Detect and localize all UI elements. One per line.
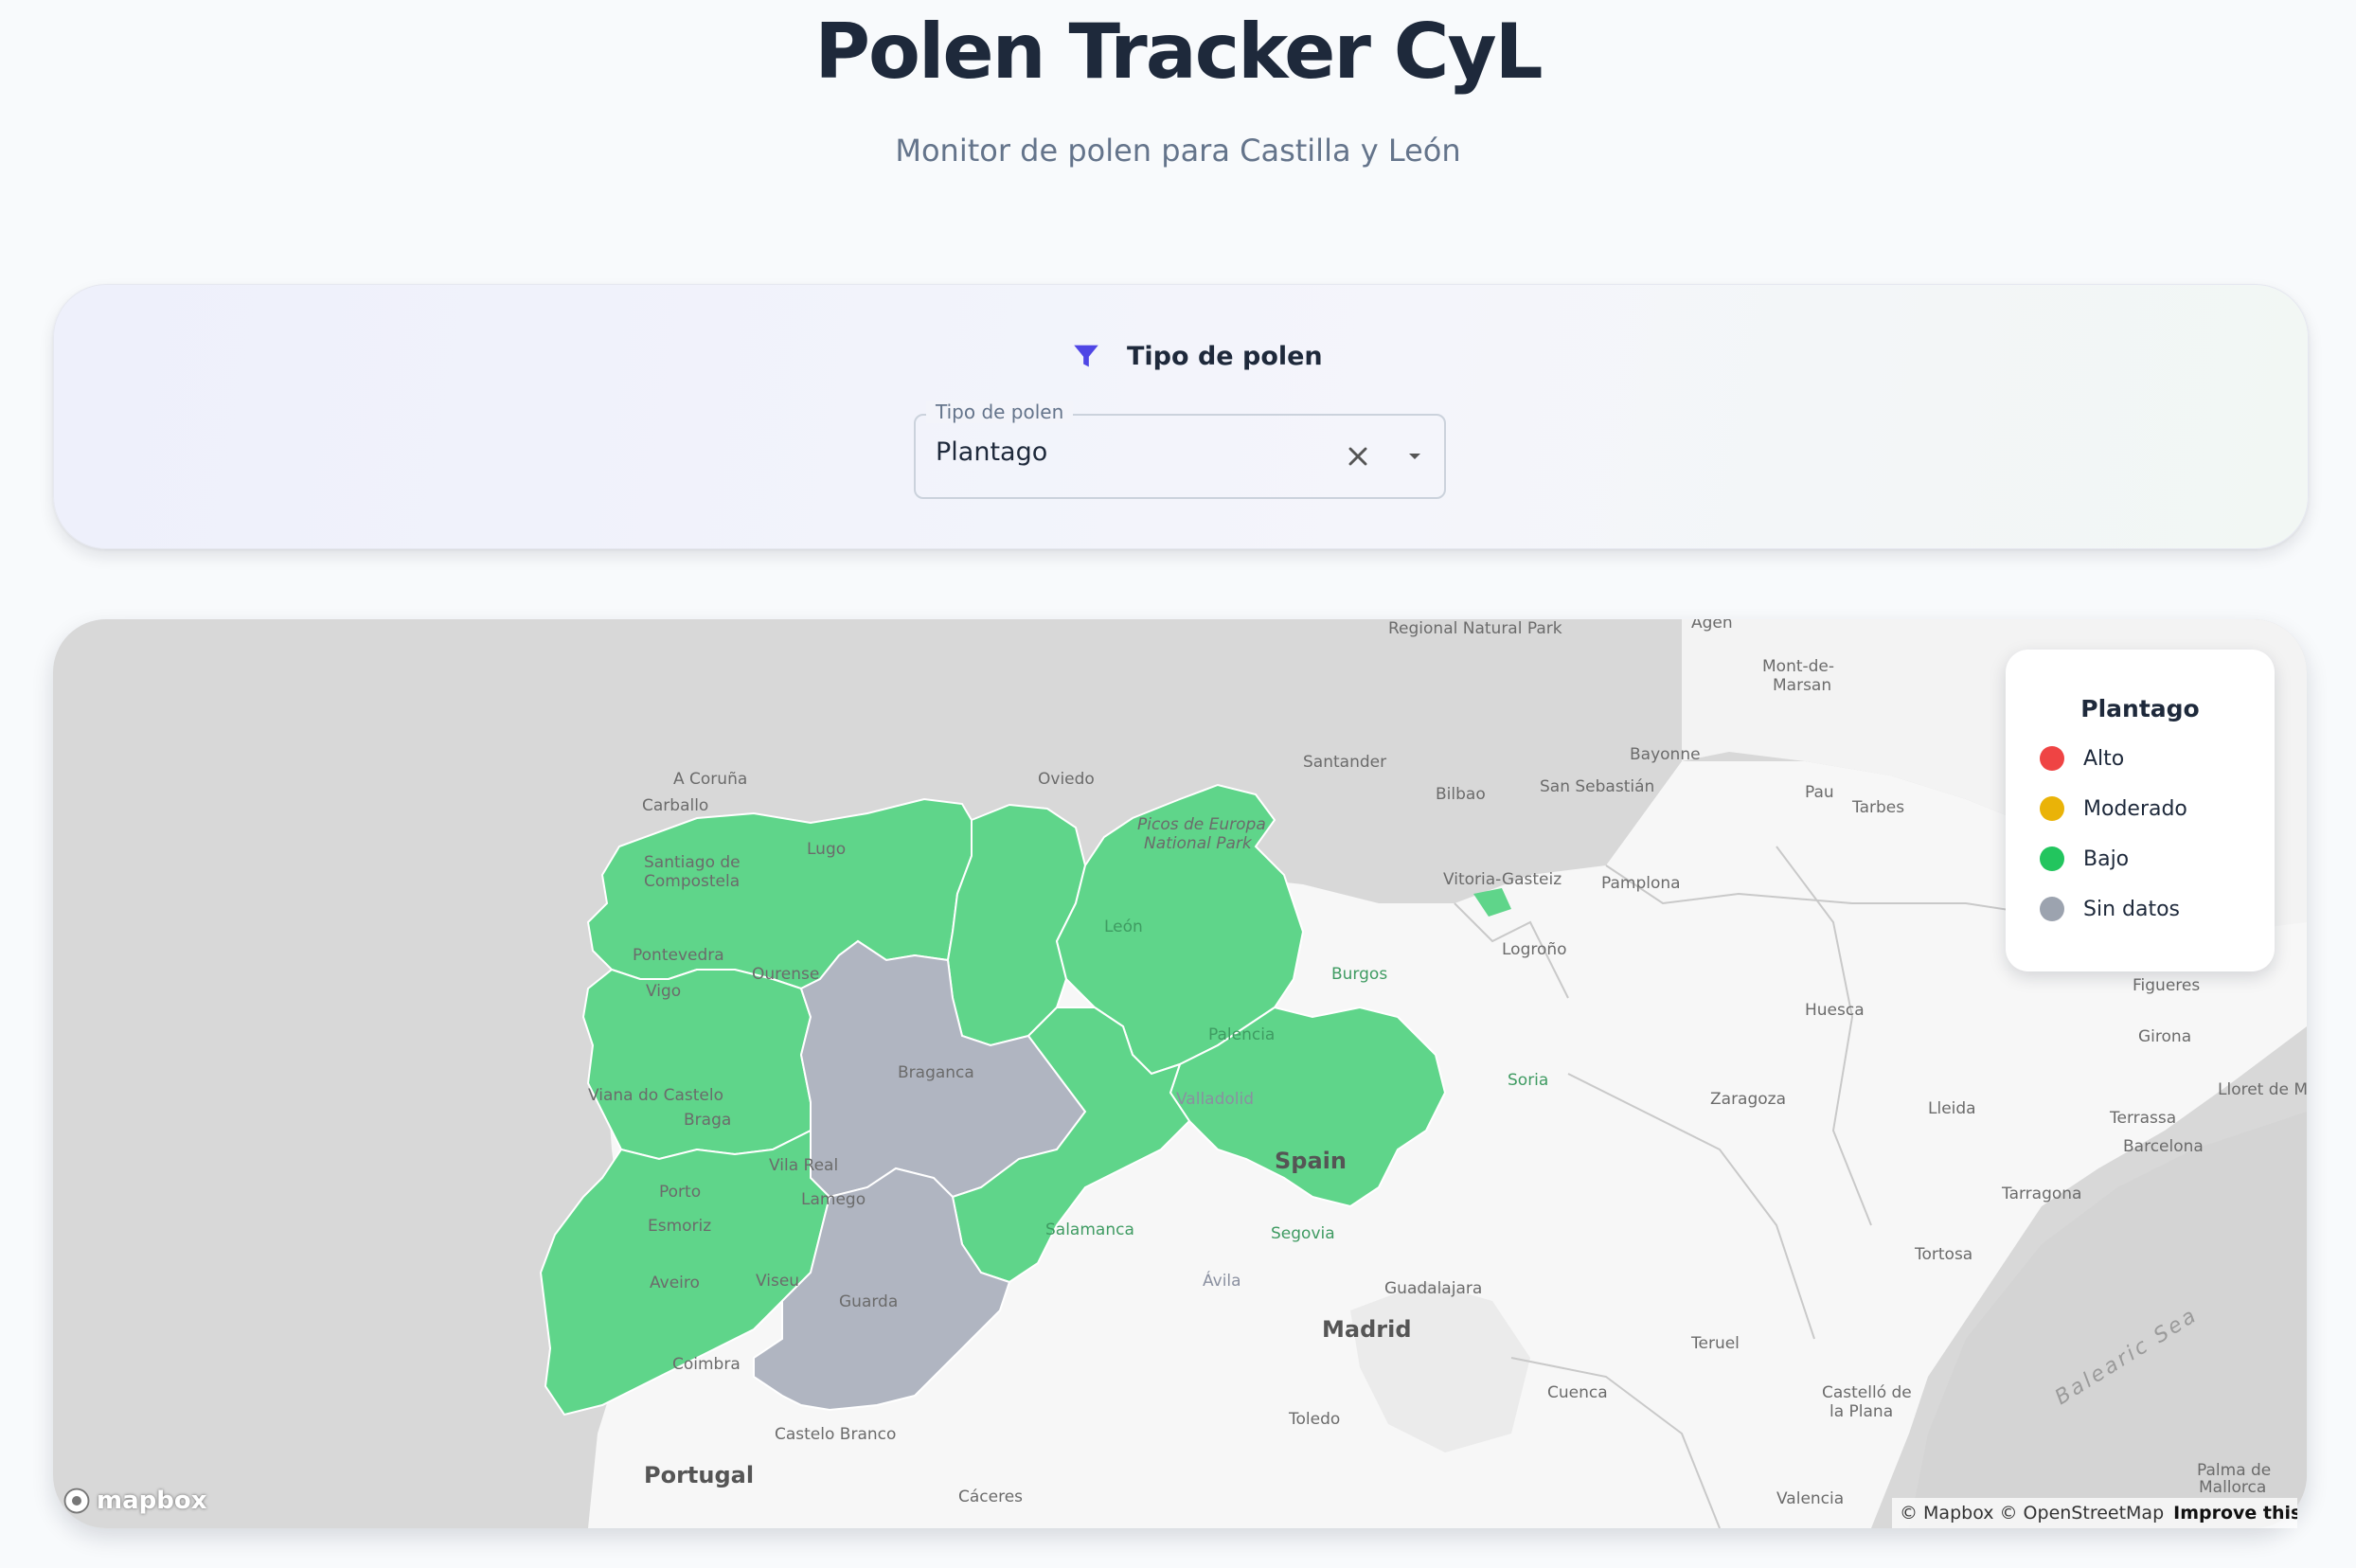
svg-text:Lugo: Lugo [807,840,846,859]
province-zamora[interactable] [581,968,812,1161]
svg-text:Salamanca: Salamanca [1045,1221,1134,1239]
legend-dot [2040,897,2064,921]
svg-text:Tortosa: Tortosa [1914,1245,1972,1264]
svg-text:Palma de: Palma de [2197,1461,2271,1480]
legend-item-alto: Alto [2040,744,2124,773]
legend-dot [2040,846,2064,871]
svg-text:Palencia: Palencia [1208,1025,1275,1044]
svg-text:Viana do Castelo: Viana do Castelo [588,1086,723,1105]
svg-text:Porto: Porto [659,1183,701,1202]
svg-text:Guarda: Guarda [839,1292,898,1311]
svg-text:Tarbes: Tarbes [1851,798,1904,817]
mapbox-logo[interactable]: mapbox [62,1487,207,1515]
svg-text:Burgos: Burgos [1331,965,1387,984]
page-subtitle: Monitor de polen para Castilla y León [895,133,1461,169]
svg-text:la Plana: la Plana [1829,1402,1893,1421]
filter-heading: Tipo de polen [1070,337,1323,375]
svg-text:Viseu: Viseu [756,1272,799,1291]
svg-text:Agen: Agen [1691,619,1733,633]
svg-text:Santiago de: Santiago de [644,853,741,872]
svg-text:Teruel: Teruel [1690,1334,1740,1353]
legend-item-bajo: Bajo [2040,845,2129,873]
legend-label: Sin datos [2083,897,2181,921]
legend-item-sin-datos: Sin datos [2040,895,2180,923]
svg-text:Pau: Pau [1805,783,1834,802]
svg-text:Spain: Spain [1275,1148,1347,1174]
svg-text:Mont-de-: Mont-de- [1762,657,1834,676]
svg-text:San Sebastián: San Sebastián [1540,777,1654,796]
pollen-type-select-label: Tipo de polen [926,401,1074,423]
svg-text:Vigo: Vigo [646,982,681,1001]
map-attribution: © Mapbox © OpenStreetMap Improve this ma… [1892,1498,2297,1528]
map-canvas[interactable]: Regional Natural Park Agen Mont-de- Mars… [53,619,2307,1528]
svg-text:Pontevedra: Pontevedra [633,946,724,965]
svg-text:Lleida: Lleida [1928,1099,1976,1118]
svg-text:Braga: Braga [684,1111,731,1130]
caret-down-icon[interactable] [1401,445,1428,468]
svg-text:Compostela: Compostela [644,872,740,891]
svg-text:Santander: Santander [1303,753,1386,772]
svg-text:Cáceres: Cáceres [958,1488,1023,1506]
legend-title: Plantago [2080,695,2200,722]
page-title: Polen Tracker CyL [814,8,1543,96]
svg-text:Girona: Girona [2138,1027,2191,1046]
svg-text:Soria: Soria [1508,1071,1548,1090]
svg-text:Segovia: Segovia [1271,1224,1335,1243]
svg-text:Huesca: Huesca [1805,1001,1865,1020]
legend-label: Moderado [2083,796,2187,821]
svg-text:Guadalajara: Guadalajara [1384,1279,1482,1298]
svg-text:Regional Natural Park: Regional Natural Park [1388,619,1562,638]
filter-heading-label: Tipo de polen [1127,341,1323,371]
svg-text:Mallorca: Mallorca [2199,1478,2266,1497]
svg-text:Figueres: Figueres [2133,976,2200,995]
svg-text:A Coruña: A Coruña [673,770,747,789]
svg-text:Pamplona: Pamplona [1601,874,1681,893]
svg-text:Portugal: Portugal [644,1462,754,1488]
svg-text:Picos de Europa: Picos de Europa [1137,815,1266,834]
svg-text:Castelo Branco: Castelo Branco [775,1425,896,1444]
svg-text:Bilbao: Bilbao [1436,785,1486,804]
svg-text:Lamego: Lamego [801,1190,866,1209]
map-legend: Plantago Alto Moderado Bajo Sin datos [2006,650,2275,971]
svg-text:León: León [1104,918,1143,936]
pollen-map[interactable]: Regional Natural Park Agen Mont-de- Mars… [53,619,2307,1528]
svg-text:Logroño: Logroño [1502,940,1567,959]
svg-text:Zaragoza: Zaragoza [1710,1090,1786,1109]
svg-text:Vila Real: Vila Real [769,1156,838,1175]
svg-text:Tarragona: Tarragona [2001,1185,2081,1203]
svg-text:Ourense: Ourense [752,965,819,984]
svg-text:Castelló de: Castelló de [1822,1383,1912,1402]
filter-icon [1074,345,1098,367]
svg-text:Barcelona: Barcelona [2123,1137,2204,1156]
svg-text:Marsan: Marsan [1773,676,1831,695]
svg-text:Valladolid: Valladolid [1176,1090,1254,1109]
svg-text:Cuenca: Cuenca [1547,1383,1608,1402]
attribution-text[interactable]: © Mapbox © OpenStreetMap [1900,1503,2164,1523]
close-icon[interactable] [1343,441,1373,472]
legend-label: Alto [2083,746,2125,771]
legend-dot [2040,796,2064,821]
svg-text:Oviedo: Oviedo [1038,770,1095,789]
legend-label: Bajo [2083,846,2130,871]
legend-dot [2040,746,2064,771]
svg-text:Esmoriz: Esmoriz [648,1217,711,1236]
svg-text:Bayonne: Bayonne [1630,745,1701,764]
svg-text:National Park: National Park [1144,834,1253,853]
svg-text:Terrassa: Terrassa [2109,1109,2176,1128]
svg-text:Valencia: Valencia [1776,1489,1844,1508]
mapbox-logo-text: mapbox [97,1487,207,1515]
svg-text:Toledo: Toledo [1288,1410,1340,1429]
pollen-type-select-value[interactable]: Plantago [936,437,1047,467]
improve-map-link[interactable]: Improve this map [2173,1503,2297,1523]
svg-text:Coimbra: Coimbra [672,1355,741,1374]
svg-text:Lloret de Mar: Lloret de Mar [2218,1080,2307,1099]
mapbox-logo-icon [63,1488,90,1514]
svg-text:Carballo: Carballo [642,796,708,815]
svg-text:Madrid: Madrid [1322,1316,1412,1343]
svg-text:Ávila: Ávila [1203,1270,1241,1291]
svg-text:Braganca: Braganca [898,1063,974,1082]
svg-text:Aveiro: Aveiro [650,1274,700,1292]
svg-text:Vitoria-Gasteiz: Vitoria-Gasteiz [1443,870,1562,889]
legend-item-moderado: Moderado [2040,794,2187,823]
